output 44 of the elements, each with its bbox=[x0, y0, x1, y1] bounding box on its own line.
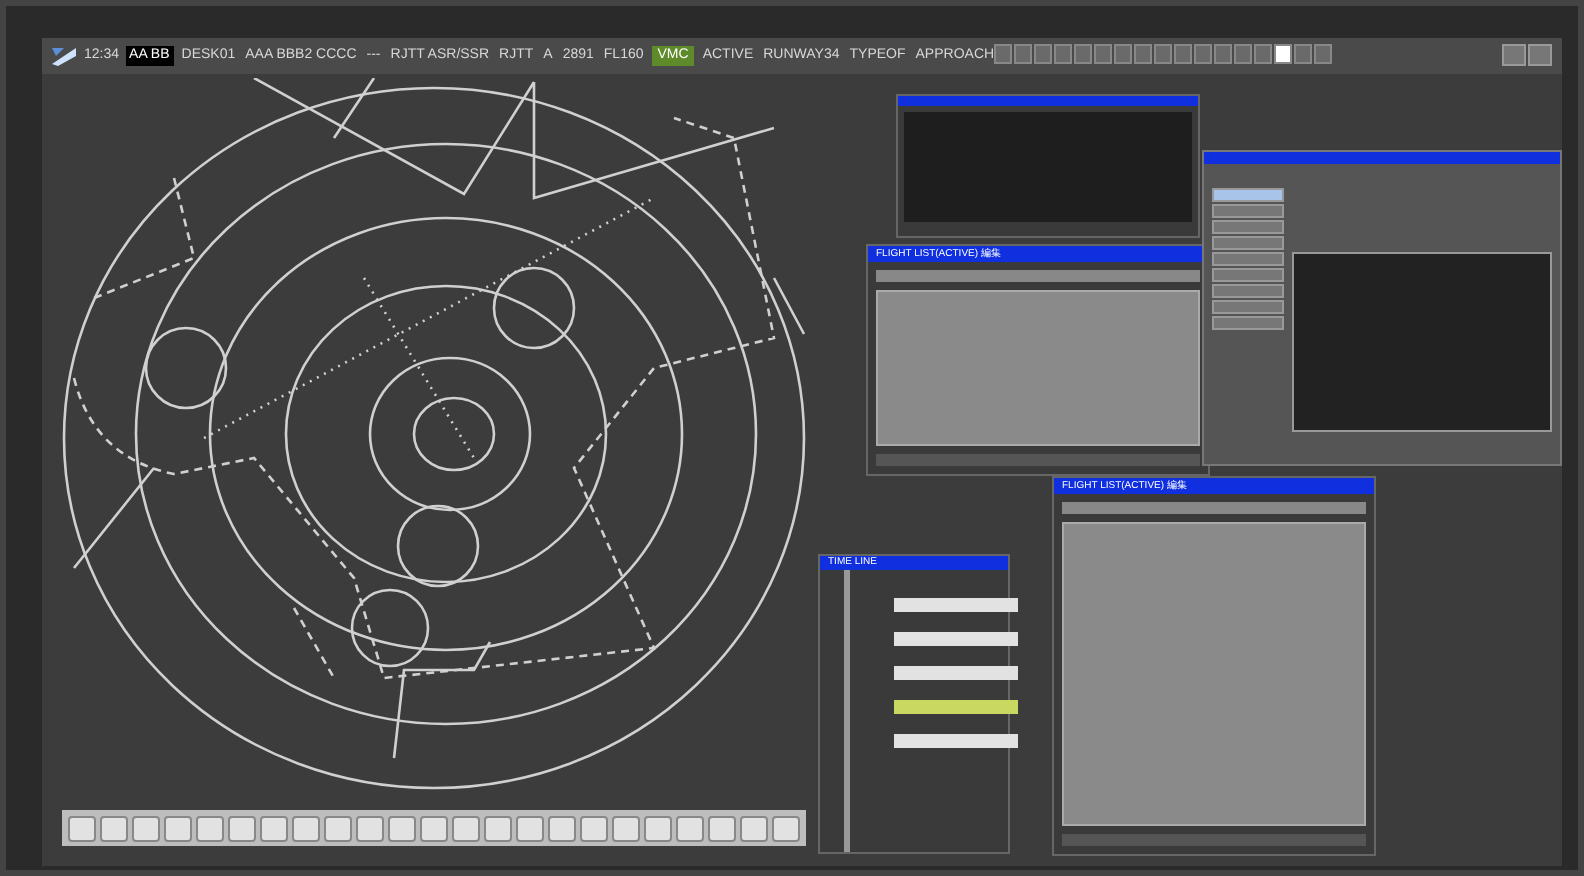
tool-button[interactable] bbox=[388, 815, 416, 841]
tool-button[interactable] bbox=[452, 815, 480, 841]
tool-button[interactable] bbox=[548, 815, 576, 841]
message-field[interactable] bbox=[1062, 834, 1366, 846]
tool-button[interactable] bbox=[420, 815, 448, 841]
tool-button[interactable] bbox=[772, 815, 800, 841]
menu-item[interactable] bbox=[1212, 236, 1284, 250]
menu-item[interactable] bbox=[1212, 284, 1284, 298]
menu-item[interactable] bbox=[1212, 316, 1284, 330]
tool-button[interactable] bbox=[644, 815, 672, 841]
tool-button[interactable] bbox=[100, 815, 128, 841]
flight-tag[interactable] bbox=[894, 632, 1018, 646]
tool-button[interactable] bbox=[740, 815, 768, 841]
flight-tag[interactable] bbox=[894, 666, 1018, 680]
tool-button[interactable] bbox=[676, 815, 704, 841]
tool-button[interactable] bbox=[68, 815, 96, 841]
menu-item[interactable] bbox=[1212, 204, 1284, 218]
tool-button[interactable] bbox=[516, 815, 544, 841]
message-field[interactable] bbox=[876, 454, 1200, 466]
tool-button[interactable] bbox=[356, 815, 384, 841]
tool-button[interactable] bbox=[484, 815, 512, 841]
filter-field[interactable] bbox=[1062, 502, 1366, 514]
toolbar-button[interactable] bbox=[1502, 44, 1526, 66]
menu-item[interactable] bbox=[1212, 188, 1284, 202]
tool-button[interactable] bbox=[580, 815, 608, 841]
filter-field[interactable] bbox=[876, 270, 1200, 282]
logo-icon bbox=[50, 44, 78, 68]
tool-button[interactable] bbox=[612, 815, 640, 841]
flight-tag[interactable] bbox=[894, 598, 1018, 612]
menu-item[interactable] bbox=[1212, 268, 1284, 282]
tool-button[interactable] bbox=[324, 815, 352, 841]
toolbar-button[interactable] bbox=[1528, 44, 1552, 66]
tool-button[interactable] bbox=[260, 815, 288, 841]
flight-tag[interactable] bbox=[894, 734, 1018, 748]
tool-button[interactable] bbox=[132, 815, 160, 841]
tool-button[interactable] bbox=[292, 815, 320, 841]
tool-button[interactable] bbox=[164, 815, 192, 841]
menu-item[interactable] bbox=[1212, 252, 1284, 266]
flight-tag[interactable] bbox=[894, 700, 1018, 714]
menu-item[interactable] bbox=[1212, 300, 1284, 314]
tool-button[interactable] bbox=[196, 815, 224, 841]
menu-item[interactable] bbox=[1212, 220, 1284, 234]
tool-button[interactable] bbox=[228, 815, 256, 841]
tool-button[interactable] bbox=[708, 815, 736, 841]
